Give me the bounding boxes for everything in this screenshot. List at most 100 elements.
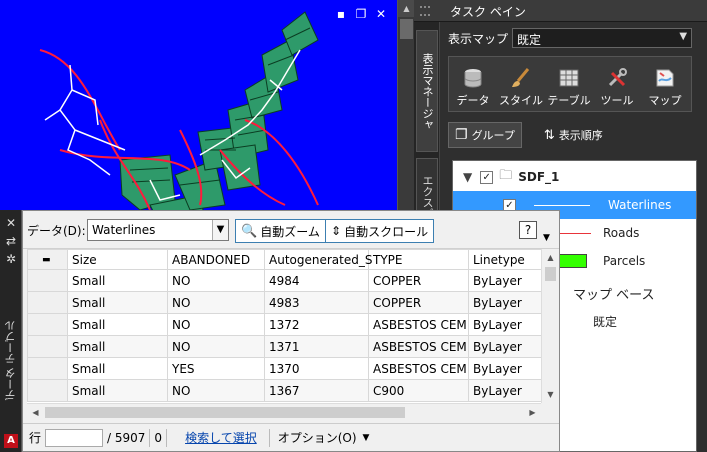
table-cell[interactable]: ASBESTOS CEM... xyxy=(368,313,469,336)
table-cell[interactable]: Small xyxy=(67,379,168,402)
auto-hide-icon[interactable]: ⇄ xyxy=(4,234,18,248)
column-header[interactable]: TYPE xyxy=(368,249,469,270)
scroll-left-icon[interactable]: ◀ xyxy=(27,404,44,421)
table-cell[interactable]: COPPER xyxy=(368,269,469,292)
grid-horizontal-scrollbar[interactable]: ◀ ▶ xyxy=(27,403,541,420)
separator xyxy=(166,428,168,447)
table-cell[interactable]: ByLayer xyxy=(468,379,541,402)
table-cell[interactable]: C900 xyxy=(368,379,469,402)
auto-zoom-button[interactable]: 🔍 自動ズーム xyxy=(235,219,326,243)
properties-icon[interactable]: ✲ xyxy=(4,252,18,266)
chevron-down-icon[interactable]: ▼ xyxy=(463,170,472,184)
data-button[interactable]: データ xyxy=(449,57,497,111)
group-icon: ❐ xyxy=(455,127,468,143)
layer-select[interactable]: Waterlines ▼ xyxy=(87,219,229,241)
map-icon xyxy=(656,69,674,87)
table-cell[interactable]: NO xyxy=(167,313,265,336)
chevron-down-icon: ▼ xyxy=(212,220,228,240)
table-row[interactable]: Small NO 4984 COPPER ByLayer xyxy=(27,269,541,292)
row-header[interactable] xyxy=(27,269,68,292)
display-map-row: 表示マップ 既定 ▼ xyxy=(448,28,693,48)
table-cell[interactable]: 1372 xyxy=(264,313,369,336)
minimize-icon[interactable]: ▪ xyxy=(335,7,347,21)
table-row[interactable]: Small NO 1372 ASBESTOS CEM... ByLayer xyxy=(27,313,541,336)
scroll-right-icon[interactable]: ▶ xyxy=(524,404,541,421)
scroll-down-icon[interactable]: ▼ xyxy=(542,386,559,403)
table-cell[interactable]: Small xyxy=(67,335,168,358)
table-cell[interactable]: NO xyxy=(167,335,265,358)
zoom-icon: 🔍 xyxy=(241,223,258,239)
table-row[interactable]: Small NO 1367 C900 ByLayer xyxy=(27,379,541,402)
options-menu[interactable]: オプション(O) xyxy=(278,429,357,446)
table-cell[interactable]: NO xyxy=(167,269,265,292)
group-button[interactable]: ❐ グループ xyxy=(448,122,522,148)
table-row[interactable]: Small NO 1371 ASBESTOS CEM... ByLayer xyxy=(27,335,541,358)
attribute-table: ▬ Size ABANDONED Autogenerated_S TYPE Li… xyxy=(27,249,541,402)
tab-display-manager[interactable]: 表示マネージャ xyxy=(416,30,438,152)
table-cell[interactable]: ASBESTOS CEM... xyxy=(368,335,469,358)
style-button[interactable]: スタイル xyxy=(497,57,545,111)
close-icon[interactable]: ✕ xyxy=(4,216,18,230)
row-header[interactable] xyxy=(27,313,68,336)
table-cell[interactable]: NO xyxy=(167,291,265,314)
table-cell[interactable]: ByLayer xyxy=(468,291,541,314)
database-icon xyxy=(464,69,482,88)
close-icon[interactable]: ✕ xyxy=(375,7,387,21)
column-header[interactable]: Autogenerated_S xyxy=(264,249,372,270)
help-button[interactable]: ? xyxy=(519,221,537,239)
table-cell[interactable]: ByLayer xyxy=(468,357,541,380)
column-header[interactable]: ABANDONED xyxy=(167,249,265,270)
table-button[interactable]: テーブル xyxy=(545,57,593,111)
scroll-thumb[interactable] xyxy=(400,19,413,39)
column-header[interactable]: Size xyxy=(67,249,168,270)
table-cell[interactable]: 4984 xyxy=(264,269,369,292)
tools-icon xyxy=(608,68,627,87)
table-cell[interactable]: ByLayer xyxy=(468,313,541,336)
separator xyxy=(149,428,151,447)
panel-menu-icon[interactable]: ▼ xyxy=(543,233,550,243)
group-checkbox[interactable]: ✓ xyxy=(480,170,494,184)
table-cell[interactable]: 1367 xyxy=(264,379,369,402)
restore-icon[interactable]: ❐ xyxy=(355,7,367,21)
scroll-thumb[interactable] xyxy=(45,407,405,418)
table-cell[interactable]: Small xyxy=(67,291,168,314)
draw-order-button[interactable]: ⇅ 表示順序 xyxy=(538,122,609,148)
table-cell[interactable]: 1370 xyxy=(264,357,369,380)
grid-vertical-scrollbar[interactable]: ▲ ▼ xyxy=(541,249,558,403)
table-cell[interactable]: YES xyxy=(167,357,265,380)
display-map-select[interactable]: 既定 ▼ xyxy=(512,28,693,48)
row-header-corner[interactable]: ▬ xyxy=(27,249,68,270)
table-row[interactable]: Small NO 4983 COPPER ByLayer xyxy=(27,291,541,314)
scroll-up-icon[interactable]: ▲ xyxy=(542,249,559,266)
table-cell[interactable]: 1371 xyxy=(264,335,369,358)
row-header[interactable] xyxy=(27,335,68,358)
tree-group-row[interactable]: ▼ ✓ 🗀 SDF_1 xyxy=(453,163,696,191)
data-table-toolbar: データ(D): Waterlines ▼ 🔍 自動ズーム ⇕ 自動スクロール ?… xyxy=(23,211,559,249)
table-cell[interactable]: ByLayer xyxy=(468,335,541,358)
row-header[interactable] xyxy=(27,379,68,402)
table-cell[interactable]: COPPER xyxy=(368,291,469,314)
tools-button[interactable]: ツール xyxy=(593,57,641,111)
auto-scroll-button[interactable]: ⇕ 自動スクロール xyxy=(325,219,435,243)
search-select-link[interactable]: 検索して選択 xyxy=(185,429,257,446)
table-cell[interactable]: ASBESTOS CEM... xyxy=(368,357,469,380)
table-row[interactable]: Small YES 1370 ASBESTOS CEM... ByLayer xyxy=(27,357,541,380)
table-cell[interactable]: Small xyxy=(67,313,168,336)
row-header[interactable] xyxy=(27,357,68,380)
row-header[interactable] xyxy=(27,291,68,314)
column-header[interactable]: Linetype xyxy=(468,249,541,270)
chevron-down-icon[interactable]: ▼ xyxy=(363,433,370,443)
table-cell[interactable]: 4983 xyxy=(264,291,369,314)
task-pane-header[interactable]: タスク ペイン xyxy=(414,0,707,22)
row-number-input[interactable] xyxy=(45,428,104,447)
scroll-thumb[interactable] xyxy=(545,267,556,281)
table-cell[interactable]: ByLayer xyxy=(468,269,541,292)
task-pane-title: タスク ペイン xyxy=(450,5,526,19)
map-button[interactable]: マップ xyxy=(641,57,689,111)
table-cell[interactable]: Small xyxy=(67,269,168,292)
grip-icon[interactable] xyxy=(420,6,430,16)
table-cell[interactable]: Small xyxy=(67,357,168,380)
table-cell[interactable]: NO xyxy=(167,379,265,402)
scroll-up-icon[interactable]: ▲ xyxy=(398,0,415,17)
row-label: 行 xyxy=(29,431,42,445)
